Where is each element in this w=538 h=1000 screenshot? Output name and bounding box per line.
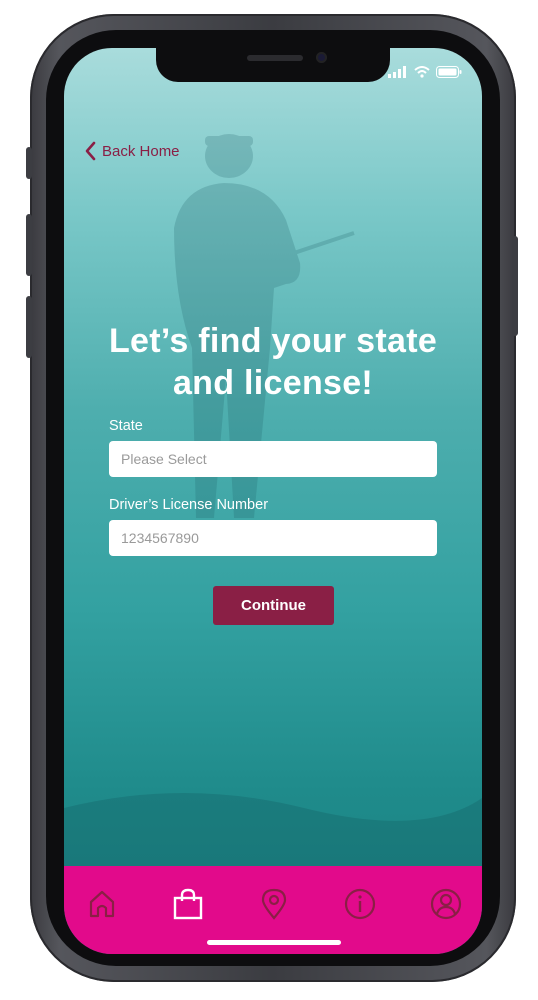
tab-shop[interactable] bbox=[170, 886, 206, 922]
page-title-line-2: and license! bbox=[172, 364, 374, 402]
home-indicator[interactable] bbox=[207, 940, 341, 945]
power-button bbox=[512, 236, 518, 336]
front-camera bbox=[316, 52, 327, 63]
back-home-label: Back Home bbox=[102, 142, 180, 160]
state-label: State bbox=[109, 418, 143, 434]
page-title-line-1: Let’s find your state bbox=[108, 322, 438, 360]
notch bbox=[156, 48, 390, 82]
cellular-signal-icon bbox=[388, 66, 406, 78]
tab-profile[interactable] bbox=[428, 886, 464, 922]
state-select[interactable] bbox=[109, 441, 437, 477]
info-icon bbox=[344, 888, 376, 920]
shopping-bag-icon bbox=[173, 888, 203, 920]
tab-info[interactable] bbox=[342, 886, 378, 922]
app-screen: Back Home Let’s find your state and lice… bbox=[64, 48, 482, 954]
tab-locations[interactable] bbox=[256, 886, 292, 922]
continue-button[interactable]: Continue bbox=[213, 586, 334, 625]
mute-switch bbox=[26, 147, 32, 179]
license-number-input[interactable] bbox=[109, 520, 437, 556]
chevron-left-icon bbox=[85, 141, 96, 161]
license-number-label: Driver’s License Number bbox=[109, 497, 269, 513]
volume-up-button bbox=[26, 214, 32, 276]
home-icon bbox=[89, 890, 115, 918]
page-title: Let’s find your state and license! bbox=[64, 320, 482, 404]
back-home-link[interactable]: Back Home bbox=[84, 141, 180, 161]
profile-icon bbox=[430, 888, 462, 920]
volume-down-button bbox=[26, 296, 32, 358]
battery-icon bbox=[436, 66, 462, 78]
speaker-grille bbox=[247, 55, 303, 61]
wifi-icon bbox=[414, 66, 430, 78]
tab-home[interactable] bbox=[84, 886, 120, 922]
status-bar-icons bbox=[388, 66, 462, 78]
location-pin-icon bbox=[261, 888, 287, 920]
